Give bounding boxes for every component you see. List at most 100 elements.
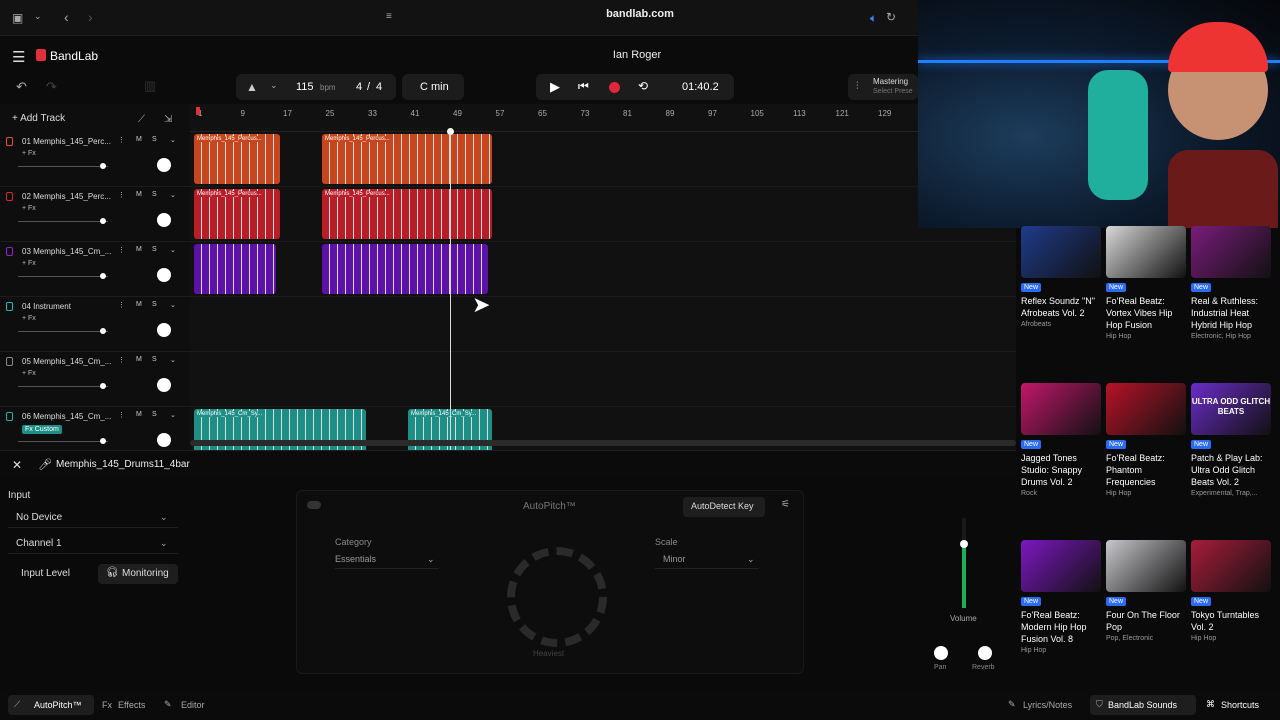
reload-icon[interactable]: ↻ xyxy=(886,10,896,24)
sound-pack-artwork[interactable] xyxy=(1106,540,1186,592)
speaker-icon[interactable]: 🔈︎ xyxy=(870,11,877,26)
sound-pack-card[interactable]: New Tokyo Turntables Vol. 2 Hip Hop xyxy=(1191,540,1275,642)
sound-pack-title[interactable]: Fo'Real Beatz: Modern Hip Hop Fusion Vol… xyxy=(1021,609,1105,645)
sound-pack-artwork[interactable] xyxy=(1021,540,1101,592)
loop-start-marker[interactable] xyxy=(196,107,200,115)
device-select[interactable]: No Device ⌄ xyxy=(8,508,178,528)
track-pan-knob[interactable] xyxy=(157,323,171,337)
sound-pack-artwork[interactable] xyxy=(1021,226,1101,278)
audio-clip[interactable]: Memphis_145_Percus... xyxy=(194,189,280,239)
sound-pack-card[interactable]: New Reflex Soundz "N" Afrobeats Vol. 2 A… xyxy=(1021,226,1105,328)
track-row[interactable]: 05 Memphis_145_Cm_... + Fx ⋮ M S ⌄ xyxy=(0,352,190,407)
track-fx[interactable]: Fx Custom xyxy=(22,425,62,434)
record-icon[interactable] xyxy=(609,82,620,93)
volume-handle[interactable] xyxy=(960,540,968,548)
sound-pack-card[interactable]: New Real & Ruthless: Industrial Heat Hyb… xyxy=(1191,226,1275,340)
sound-pack-card[interactable]: New Jagged Tones Studio: Snappy Drums Vo… xyxy=(1021,383,1105,497)
chevron-down-icon[interactable]: ⌄ xyxy=(270,80,278,91)
mute-button[interactable]: M xyxy=(136,356,142,363)
track-pan-knob[interactable] xyxy=(157,433,171,447)
collapse-icon[interactable]: ⇲ xyxy=(164,114,172,125)
autodetect-key-button[interactable]: AutoDetect Key xyxy=(683,497,765,517)
play-icon[interactable]: ▶ xyxy=(550,79,560,95)
sound-pack-artwork[interactable] xyxy=(1191,226,1271,278)
sound-pack-artwork[interactable]: ULTRA ODD GLITCH BEATS xyxy=(1191,383,1271,435)
track-row[interactable]: 01 Memphis_145_Perc... + Fx ⋮ M S ⌄ xyxy=(0,132,190,187)
track-more-icon[interactable]: ⋮ xyxy=(118,191,125,199)
sound-pack-artwork[interactable] xyxy=(1106,226,1186,278)
track-volume-slider[interactable] xyxy=(18,163,108,169)
editor-tab[interactable]: Editor xyxy=(181,700,205,710)
solo-button[interactable]: S xyxy=(152,301,157,308)
add-track-button[interactable]: + Add Track xyxy=(12,113,65,124)
monitoring-button[interactable]: 🎧︎ Monitoring xyxy=(98,564,178,584)
audio-clip[interactable] xyxy=(194,244,276,294)
sound-pack-title[interactable]: Fo'Real Beatz: Phantom Frequencies xyxy=(1106,452,1190,488)
solo-button[interactable]: S xyxy=(152,356,157,363)
track-name[interactable]: 04 Instrument xyxy=(22,302,118,311)
track-more-icon[interactable]: ⋮ xyxy=(118,356,125,364)
track-name[interactable]: 06 Memphis_145_Cm_... xyxy=(22,412,118,421)
slider-handle[interactable] xyxy=(100,383,106,389)
channel-select[interactable]: Channel 1 ⌄ xyxy=(8,534,178,554)
chevron-down-icon[interactable]: ⌄ xyxy=(170,191,176,199)
track-name[interactable]: 02 Memphis_145_Perc... xyxy=(22,192,118,201)
sound-pack-title[interactable]: Four On The Floor Pop xyxy=(1106,609,1190,633)
track-fx[interactable]: + Fx xyxy=(22,205,36,212)
chevron-down-icon[interactable]: ⌄ xyxy=(170,411,176,419)
mute-button[interactable]: M xyxy=(136,191,142,198)
audio-clip[interactable]: Memphis_145_Percus... xyxy=(322,189,492,239)
forward-arrow-icon[interactable]: › xyxy=(88,9,93,25)
settings-sliders-icon[interactable]: ⚟ xyxy=(781,499,790,510)
chevron-down-icon[interactable]: ⌄ xyxy=(170,136,176,144)
slider-handle[interactable] xyxy=(100,163,106,169)
chevron-down-icon[interactable]: ⌄ xyxy=(34,11,42,22)
track-name[interactable]: 03 Memphis_145_Cm_... xyxy=(22,247,118,256)
track-name[interactable]: 05 Memphis_145_Cm_... xyxy=(22,357,118,366)
sound-pack-title[interactable]: Fo'Real Beatz: Vortex Vibes Hip Hop Fusi… xyxy=(1106,295,1190,331)
sound-pack-card[interactable]: New Four On The Floor Pop Pop, Electroni… xyxy=(1106,540,1190,642)
slider-handle[interactable] xyxy=(100,273,106,279)
chevron-down-icon[interactable]: ⌄ xyxy=(170,301,176,309)
mute-button[interactable]: M xyxy=(136,301,142,308)
track-more-icon[interactable]: ⋮ xyxy=(118,136,125,144)
track-lane[interactable] xyxy=(190,242,1016,297)
shortcuts-tab[interactable]: Shortcuts xyxy=(1221,700,1259,710)
track-row[interactable]: 04 Instrument + Fx ⋮ M S ⌄ xyxy=(0,297,190,352)
category-select[interactable]: Essentials ⌄ xyxy=(335,551,439,569)
track-pan-knob[interactable] xyxy=(157,378,171,392)
pan-knob[interactable] xyxy=(934,646,948,660)
solo-button[interactable]: S xyxy=(152,191,157,198)
autopitch-knob[interactable] xyxy=(507,547,607,647)
track-volume-slider[interactable] xyxy=(18,218,108,224)
sound-pack-artwork[interactable] xyxy=(1106,383,1186,435)
sound-pack-artwork[interactable] xyxy=(1191,540,1271,592)
track-more-icon[interactable]: ⋮ xyxy=(118,246,125,254)
audio-clip[interactable]: Memphis_145_Percus... xyxy=(322,134,492,184)
sound-pack-title[interactable]: Patch & Play Lab: Ultra Odd Glitch Beats… xyxy=(1191,452,1275,488)
volume-fader[interactable] xyxy=(960,518,968,608)
track-lane[interactable] xyxy=(190,297,1016,352)
metronome-icon[interactable]: ▲ xyxy=(246,80,258,94)
solo-button[interactable]: S xyxy=(152,411,157,418)
undo-icon[interactable]: ↶ xyxy=(16,79,27,95)
bandlab-sounds-tab[interactable]: ⛉ BandLab Sounds xyxy=(1090,695,1196,715)
slider-handle[interactable] xyxy=(100,328,106,334)
sound-pack-title[interactable]: Reflex Soundz "N" Afrobeats Vol. 2 xyxy=(1021,295,1105,319)
loop-icon[interactable]: ⟲ xyxy=(638,79,648,93)
track-lane[interactable] xyxy=(190,187,1016,242)
slider-handle[interactable] xyxy=(100,218,106,224)
menu-icon[interactable]: ☰ xyxy=(12,48,25,66)
sound-pack-title[interactable]: Jagged Tones Studio: Snappy Drums Vol. 2 xyxy=(1021,452,1105,488)
solo-button[interactable]: S xyxy=(152,136,157,143)
lyrics-tab[interactable]: Lyrics/Notes xyxy=(1023,700,1072,710)
mute-button[interactable]: M xyxy=(136,246,142,253)
sound-pack-title[interactable]: Real & Ruthless: Industrial Heat Hybrid … xyxy=(1191,295,1275,331)
track-row[interactable]: 02 Memphis_145_Perc... + Fx ⋮ M S ⌄ xyxy=(0,187,190,242)
back-arrow-icon[interactable]: ‹ xyxy=(64,9,69,25)
mute-button[interactable]: M xyxy=(136,411,142,418)
track-fx[interactable]: + Fx xyxy=(22,315,36,322)
track-row[interactable]: 03 Memphis_145_Cm_... + Fx ⋮ M S ⌄ xyxy=(0,242,190,297)
chevron-down-icon[interactable]: ⌄ xyxy=(170,246,176,254)
track-pan-knob[interactable] xyxy=(157,268,171,282)
